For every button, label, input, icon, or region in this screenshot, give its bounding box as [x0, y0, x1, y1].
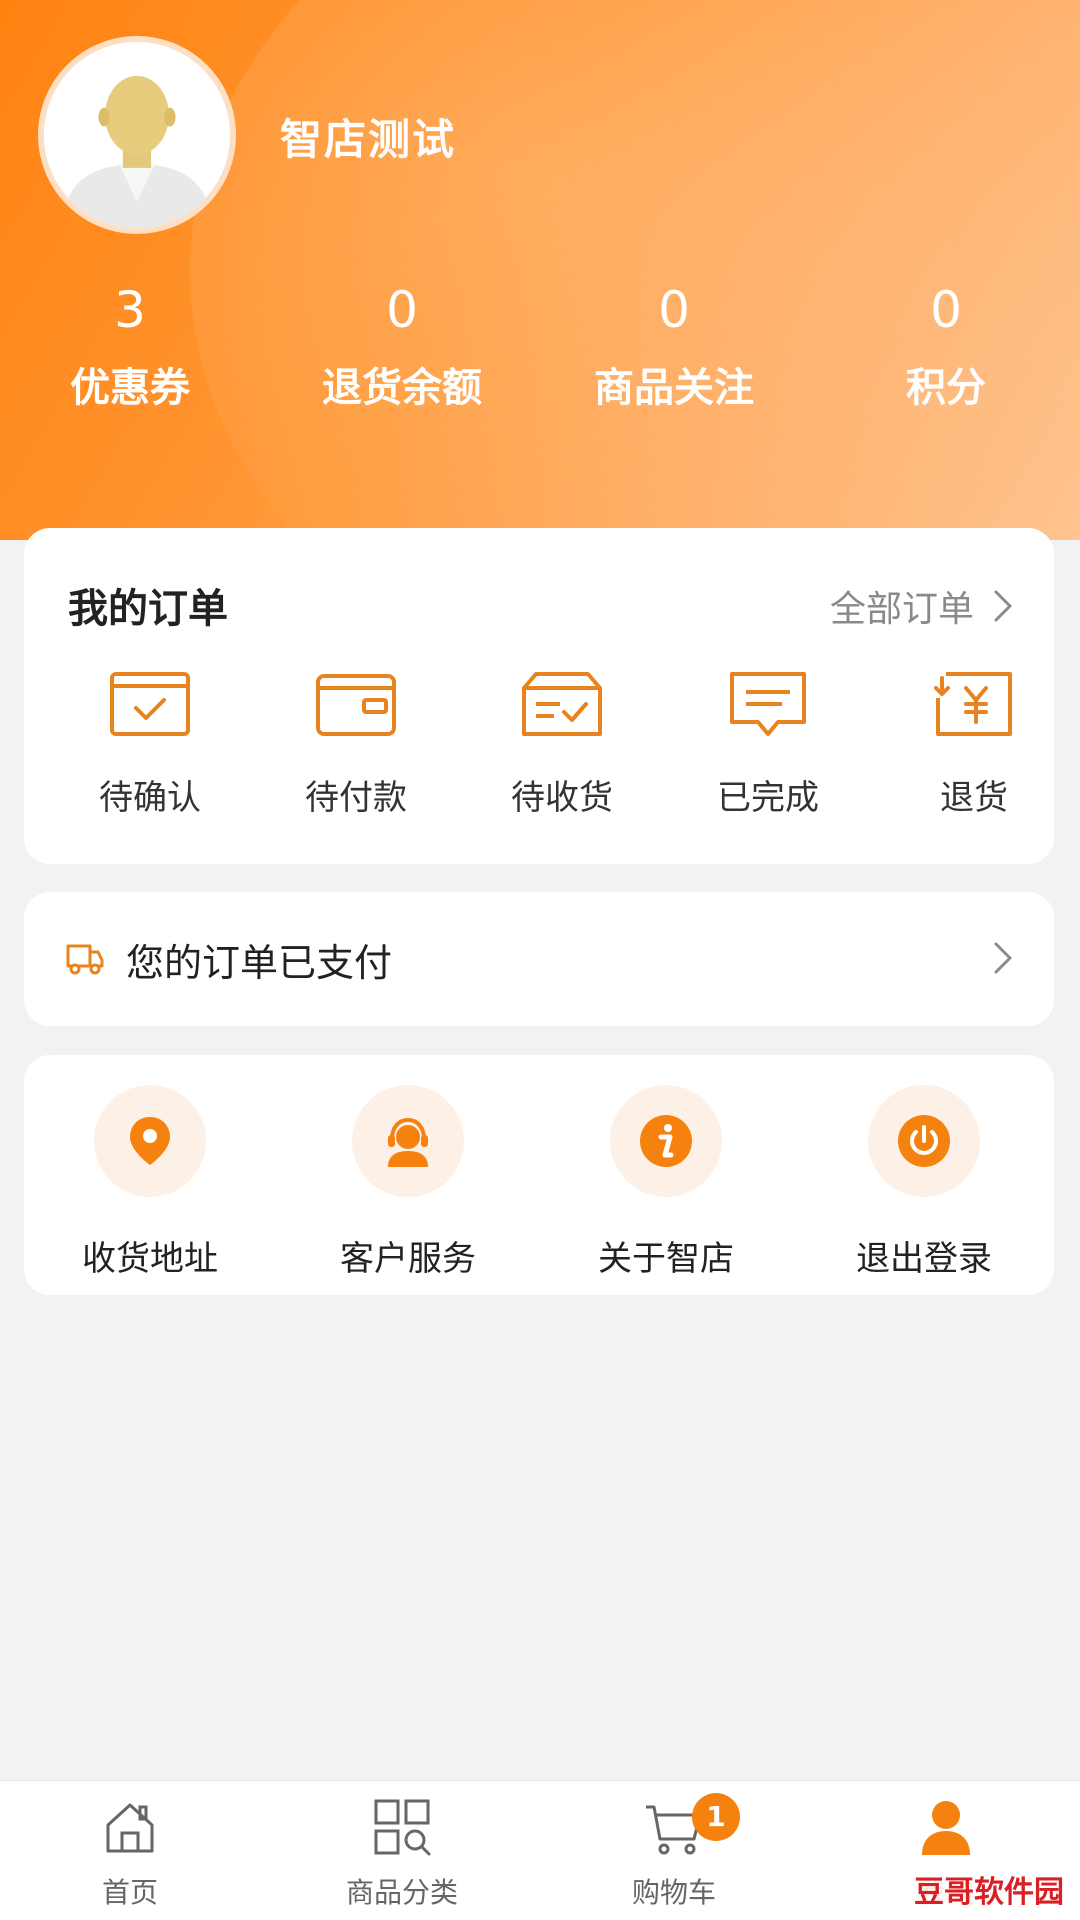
stat-value: 0 — [658, 281, 690, 339]
category-icon — [374, 1799, 431, 1856]
order-refund[interactable]: 退货 — [874, 668, 1074, 819]
watermark: 豆哥软件园 — [906, 1872, 1072, 1914]
tab-label: 购物车 — [631, 1876, 716, 1909]
my-orders-card: 我的订单 全部订单 待确认 待付款 待收货 已完成 退货 — [24, 528, 1054, 864]
stat-refund-balance[interactable]: 0 退货余额 — [287, 280, 517, 418]
profile-page: 智店测试 3 优惠券 0 退货余额 0 商品关注 0 积分 我的订单 全部订单 — [0, 0, 1080, 1920]
pending-confirm-icon — [110, 672, 190, 736]
user-icon — [922, 1801, 970, 1855]
customer-service-icon — [388, 1117, 428, 1167]
stat-followed-goods[interactable]: 0 商品关注 — [559, 280, 789, 418]
order-pending-confirm[interactable]: 待确认 — [50, 668, 250, 819]
service-label: 客户服务 — [340, 1239, 476, 1279]
stat-value: 3 — [114, 281, 146, 339]
order-pending-receipt[interactable]: 待收货 — [462, 668, 662, 819]
service-logout[interactable]: 退出登录 — [824, 1085, 1024, 1280]
power-icon — [898, 1115, 950, 1167]
stats-row: 3 优惠券 0 退货余额 0 商品关注 0 积分 — [0, 280, 1080, 430]
order-pending-payment[interactable]: 待付款 — [256, 668, 456, 819]
receive-box-icon — [522, 672, 602, 736]
stat-value: 0 — [930, 281, 962, 339]
order-item-label: 待付款 — [305, 778, 407, 818]
chevron-right-icon — [994, 942, 1012, 974]
info-icon — [640, 1115, 692, 1167]
order-item-label: 已完成 — [717, 778, 819, 818]
tab-label: 首页 — [101, 1876, 158, 1909]
avatar[interactable] — [38, 36, 236, 234]
order-item-label: 待收货 — [511, 778, 613, 818]
stat-points[interactable]: 0 积分 — [831, 280, 1061, 418]
service-about[interactable]: 关于智店 — [566, 1085, 766, 1280]
order-completed[interactable]: 已完成 — [668, 668, 868, 819]
delivery-truck-icon — [66, 944, 104, 975]
stat-label: 商品关注 — [594, 365, 754, 411]
order-item-label: 退货 — [940, 778, 1008, 818]
completed-message-icon — [730, 672, 806, 736]
notice-message: 您的订单已支付 — [126, 941, 393, 985]
stat-value: 0 — [386, 281, 418, 339]
location-pin-icon — [130, 1117, 170, 1165]
tab-label: 商品分类 — [345, 1876, 458, 1909]
order-item-label: 待确认 — [99, 778, 201, 818]
home-icon — [106, 1803, 154, 1853]
services-card: 收货地址 客户服务 关于智店 退出登录 — [24, 1055, 1054, 1295]
username: 智店测试 — [280, 115, 457, 164]
cart-count-badge: 1 — [692, 1793, 740, 1841]
stat-label: 积分 — [906, 365, 986, 411]
orders-title: 我的订单 — [68, 586, 228, 632]
service-label: 退出登录 — [856, 1239, 992, 1279]
tab-cart[interactable]: 购物车 1 — [584, 1793, 764, 1911]
service-address[interactable]: 收货地址 — [50, 1085, 250, 1280]
service-label: 收货地址 — [82, 1239, 218, 1279]
service-label: 关于智店 — [598, 1239, 734, 1279]
stat-label: 优惠券 — [70, 365, 190, 411]
stat-coupons[interactable]: 3 优惠券 — [15, 280, 245, 418]
all-orders-label: 全部订单 — [829, 589, 974, 630]
order-notice-bar[interactable]: 您的订单已支付 — [24, 892, 1054, 1026]
wallet-icon — [316, 674, 396, 736]
stat-label: 退货余额 — [322, 365, 482, 411]
service-customer-support[interactable]: 客户服务 — [308, 1085, 508, 1280]
tab-home[interactable]: 首页 — [40, 1795, 220, 1911]
chevron-right-icon — [994, 590, 1012, 622]
tab-categories[interactable]: 商品分类 — [312, 1795, 492, 1911]
default-user-avatar-icon — [44, 42, 230, 228]
all-orders-link[interactable]: 全部订单 — [830, 580, 1014, 632]
refund-yen-icon — [934, 672, 1012, 736]
profile-header: 智店测试 3 优惠券 0 退货余额 0 商品关注 0 积分 — [0, 0, 1080, 540]
